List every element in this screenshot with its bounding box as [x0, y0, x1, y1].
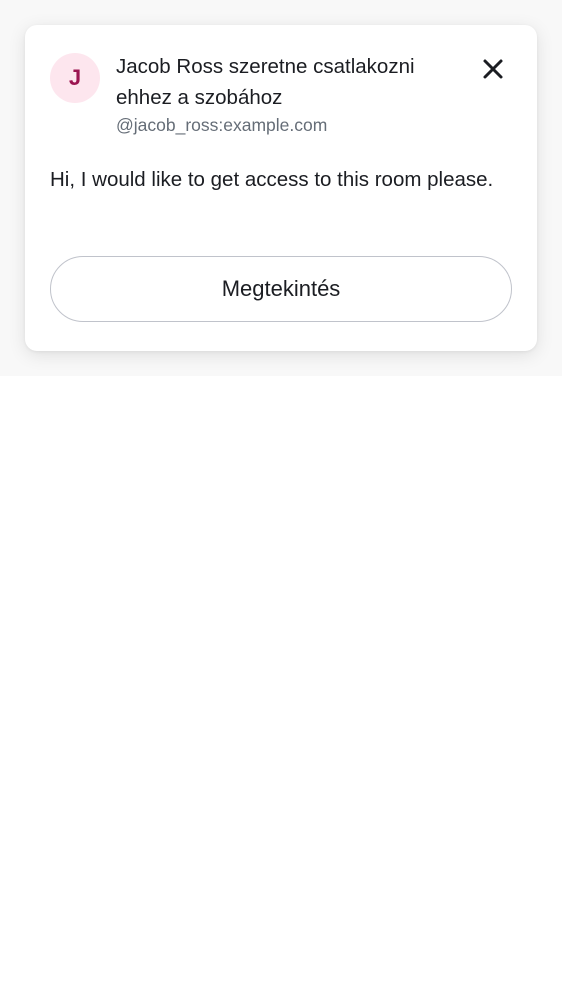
close-icon	[483, 59, 503, 79]
close-button[interactable]	[477, 53, 509, 85]
avatar-initial: J	[68, 65, 82, 90]
user-id: @jacob_ross:example.com	[116, 115, 328, 135]
banner-area: J Jacob Ross szeretne csatlakozni ehhez …	[0, 0, 562, 376]
request-title: Jacob Ross szeretne csatlakozni ehhez a …	[116, 55, 415, 109]
request-message: Hi, I would like to get access to this r…	[50, 168, 494, 191]
view-button[interactable]: Megtekintés	[50, 256, 512, 322]
join-request-card: J Jacob Ross szeretne csatlakozni ehhez …	[25, 25, 537, 351]
avatar: J	[50, 53, 100, 103]
